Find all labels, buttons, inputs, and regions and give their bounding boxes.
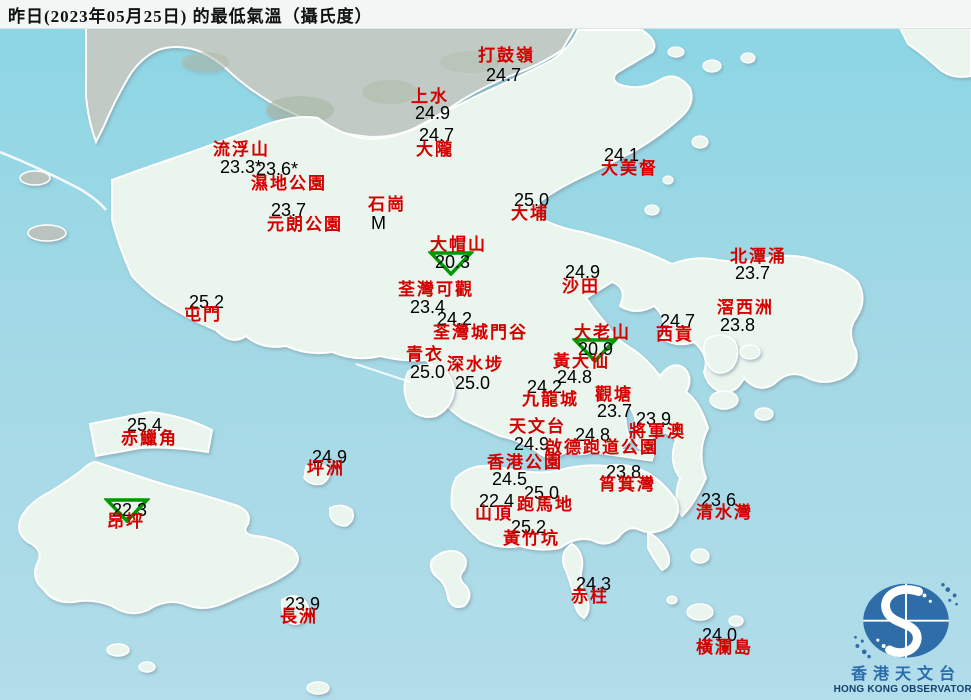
station-min-temperature: 25.0 [410,363,445,381]
hko-logo-icon [845,576,967,665]
station-min-temperature: 23.7 [597,402,632,420]
station-name: 赤柱 [571,588,609,605]
station-name: 濕地公園 [251,175,327,192]
station-name: 打鼓嶺 [478,47,535,64]
weather-map-page: 打鼓嶺24.7上水24.924.7大隴流浮山23.3*23.6*濕地公園23.7… [0,0,971,700]
station-min-temperature: 25.0 [455,374,490,392]
station-name: 石崗 [368,196,406,213]
hko-logo-name-zh: 香港天文台 [851,666,961,684]
station-name: 深水埗 [447,356,504,373]
station-min-temperature: 24.7 [486,66,521,84]
station-min-temperature: 23.8 [720,316,755,334]
station-name: 昂坪 [107,513,145,530]
station-min-temperature: 24.9 [415,104,450,122]
station-name: 荃灣城門谷 [433,324,528,341]
station-name: 滘西洲 [717,299,774,316]
station-name: 坪洲 [307,460,345,477]
station-name: 長洲 [280,608,318,625]
station-name: 天文台 [509,418,566,435]
title-band: 昨日(2023年05月25日) 的最低氣溫（攝氏度） [0,0,971,29]
station-layer: 打鼓嶺24.7上水24.924.7大隴流浮山23.3*23.6*濕地公園23.7… [0,0,971,700]
station-min-temperature: 24.5 [492,470,527,488]
hko-logo: 香港天文台 HONG KONG OBSERVATORY [845,576,967,696]
station-name: 跑馬地 [517,496,574,513]
station-name: 黃竹坑 [503,530,560,547]
station-name: 青衣 [406,346,444,363]
station-name: 九龍城 [522,391,579,408]
station-name: 大埔 [511,205,549,222]
station-name: 筲箕灣 [599,476,656,493]
station-name: 屯門 [184,306,222,323]
station-min-temperature: 23.7 [735,264,770,282]
station-name: 山頂 [475,505,513,522]
station-name: 大隴 [416,141,454,158]
station-name: 流浮山 [213,141,270,158]
station-min-temperature: 24.8 [557,368,592,386]
station-min-temperature: 20.3 [435,253,470,271]
station-min-temperature: 24.9 [514,435,549,453]
station-name: 大美督 [601,160,658,177]
page-title: 昨日(2023年05月25日) 的最低氣溫（攝氏度） [8,2,373,27]
hko-logo-name-en: HONG KONG OBSERVATORY [834,684,971,696]
station-name: 西貢 [656,326,694,343]
station-name: 清水灣 [696,504,753,521]
station-name: 大帽山 [430,236,487,253]
station-name: 赤鱲角 [121,430,178,447]
station-min-temperature: M [371,214,386,232]
station-name: 沙田 [562,278,600,295]
station-name: 元朗公園 [267,216,343,233]
station-name: 橫瀾島 [696,639,753,656]
station-name: 荃灣可觀 [398,281,474,298]
